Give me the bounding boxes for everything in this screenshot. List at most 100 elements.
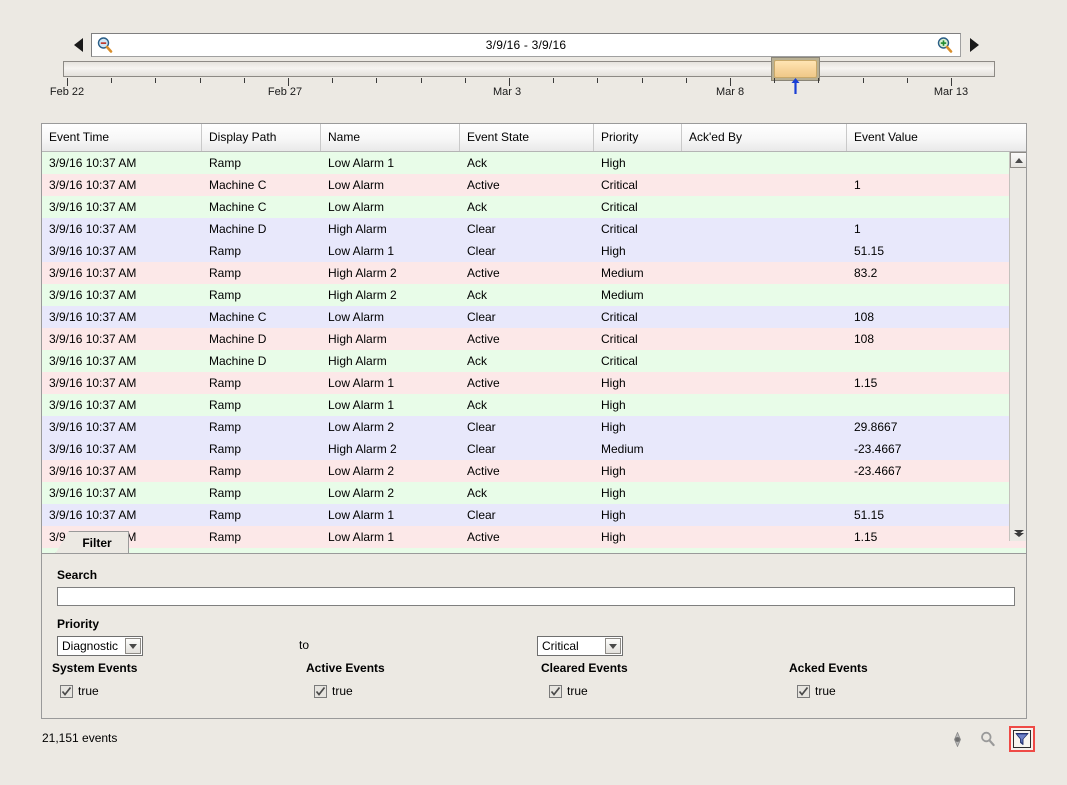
column-header-priority[interactable]: Priority [594,124,682,151]
chevron-down-icon [1014,533,1024,537]
table-cell [682,174,847,195]
table-cell: Machine C [202,306,321,327]
table-cell: 3/9/16 10:37 AM [42,350,202,371]
table-cell: Active [460,328,594,349]
table-row[interactable]: 3/9/16 10:37 AMRampLow Alarm 1ActiveHigh… [42,526,1026,548]
column-header-name[interactable]: Name [321,124,460,151]
checkbox-icon[interactable] [549,685,562,698]
priority-to-select[interactable]: Critical [537,636,623,656]
table-cell [682,350,847,371]
table-row[interactable]: 3/9/16 10:37 AMRampHigh Alarm 2AckMedium [42,284,1026,306]
scroll-up-button[interactable] [1010,152,1027,168]
next-period-button[interactable] [966,32,982,58]
checkbox-cleared-events[interactable]: true [549,684,588,698]
column-header-ack-ed-by[interactable]: Ack'ed By [682,124,847,151]
checkbox-value-label: true [815,684,836,698]
table-cell: Machine D [202,218,321,239]
table-row[interactable]: 3/9/16 10:37 AMRampLow Alarm 1ClearHigh5… [42,504,1026,526]
table-row[interactable]: 3/9/16 10:37 AMMachine DHigh AlarmAckCri… [42,350,1026,372]
table-cell: High [594,416,682,437]
checkbox-active-events[interactable]: true [314,684,353,698]
column-header-event-value[interactable]: Event Value [847,124,1012,151]
timeline-tick-label: Mar 3 [493,86,521,98]
table-row[interactable]: 3/9/16 10:37 AMRampLow Alarm 1AckHigh [42,394,1026,416]
table-cell [682,152,847,173]
table-cell [682,372,847,393]
timeline-tick-minor [332,78,333,83]
checkbox-icon[interactable] [314,685,327,698]
table-cell: 3/9/16 10:37 AM [42,460,202,481]
table-row[interactable]: 3/9/16 10:37 AMRampHigh Alarm 2ActiveMed… [42,262,1026,284]
table-row[interactable]: 3/9/16 10:37 AMRampLow Alarm 2ClearHigh2… [42,416,1026,438]
column-header-event-time[interactable]: Event Time [42,124,202,151]
table-cell: High [594,482,682,503]
table-cell: High [594,152,682,173]
timeline-tick-label: Feb 22 [50,86,84,98]
table-row[interactable]: 3/9/16 10:37 AMMachine CLow AlarmActiveC… [42,174,1026,196]
table-row[interactable]: 3/9/16 10:37 AMMachine DHigh AlarmClearC… [42,218,1026,240]
funnel-filter-button[interactable] [1009,726,1035,752]
table-cell: Critical [594,174,682,195]
tab-filter-label: Filter [72,536,111,550]
magnifier-icon[interactable] [978,729,998,749]
timeline-tick-minor [111,78,112,83]
priority-from-value: Diagnostic [58,639,125,653]
column-header-display-path[interactable]: Display Path [202,124,321,151]
table-cell: Medium [594,438,682,459]
table-vertical-scrollbar[interactable] [1009,152,1026,541]
timeline-tick-minor [597,78,598,83]
table-row[interactable]: 3/9/16 10:37 AMMachine DHigh AlarmActive… [42,328,1026,350]
scroll-more-down-icon[interactable] [1010,531,1027,537]
timeline-tick-minor [863,78,864,83]
table-cell: 3/9/16 10:37 AM [42,306,202,327]
table-cell: Low Alarm [321,174,460,195]
search-input[interactable] [57,587,1015,606]
table-row[interactable]: 3/9/16 10:37 AMRampHigh Alarm 2ClearMedi… [42,438,1026,460]
table-cell: High Alarm 2 [321,284,460,305]
timeline-tick-minor [244,78,245,83]
table-cell: Medium [594,262,682,283]
table-cell: Ack [460,394,594,415]
table-row[interactable]: 3/9/16 10:37 AMRampLow Alarm 1ClearHigh5… [42,240,1026,262]
prev-period-button[interactable] [70,32,86,58]
timeline-tick-minor [155,78,156,83]
table-cell: Critical [594,328,682,349]
target-icon[interactable] [947,729,967,749]
table-row[interactable]: 3/9/16 10:37 AMRampLow Alarm 2ActiveHigh… [42,460,1026,482]
table-cell: High [594,394,682,415]
table-cell: Low Alarm 1 [321,526,460,547]
checkbox-acked-events[interactable]: true [797,684,836,698]
alarm-journal-window: 3/9/16 - 3/9/16 Feb 22Feb 27Mar 3Mar 8Ma… [0,0,1067,785]
priority-from-select[interactable]: Diagnostic [57,636,143,656]
table-cell [682,196,847,217]
table-row[interactable]: 3/9/16 10:37 AMMachine CLow AlarmClearCr… [42,306,1026,328]
date-range-label: 3/9/16 - 3/9/16 [116,38,936,52]
magnifier-minus-icon[interactable] [96,36,116,54]
table-row[interactable]: 3/9/16 10:37 AMRampLow Alarm 1AckHigh [42,152,1026,174]
table-cell [847,482,1012,503]
table-cell [682,240,847,261]
table-cell: Low Alarm [321,196,460,217]
table-cell: High Alarm 2 [321,262,460,283]
table-row[interactable]: 3/9/16 10:37 AMMachine CLow AlarmAckCrit… [42,196,1026,218]
checkbox-icon[interactable] [797,685,810,698]
table-cell: Ramp [202,438,321,459]
checkbox-group-label: Acked Events [789,661,868,675]
table-cell: Machine C [202,196,321,217]
checkbox-group-label: System Events [52,661,137,675]
chevron-down-icon[interactable] [125,638,141,654]
date-range-box[interactable]: 3/9/16 - 3/9/16 [91,33,961,57]
checkbox-icon[interactable] [60,685,73,698]
table-cell: Clear [460,306,594,327]
column-header-event-state[interactable]: Event State [460,124,594,151]
checkbox-group-label: Cleared Events [541,661,628,675]
chevron-down-icon[interactable] [605,638,621,654]
timeline-track[interactable] [63,61,995,77]
table-row[interactable]: 3/9/16 10:37 AMRampLow Alarm 1ActiveHigh… [42,372,1026,394]
table-cell: 108 [847,306,1012,327]
table-cell: 83.2 [847,262,1012,283]
table-row[interactable]: 3/9/16 10:37 AMRampLow Alarm 2AckHigh [42,482,1026,504]
checkbox-system-events[interactable]: true [60,684,99,698]
status-icon-bar [947,726,1035,752]
magnifier-plus-icon[interactable] [936,36,956,54]
